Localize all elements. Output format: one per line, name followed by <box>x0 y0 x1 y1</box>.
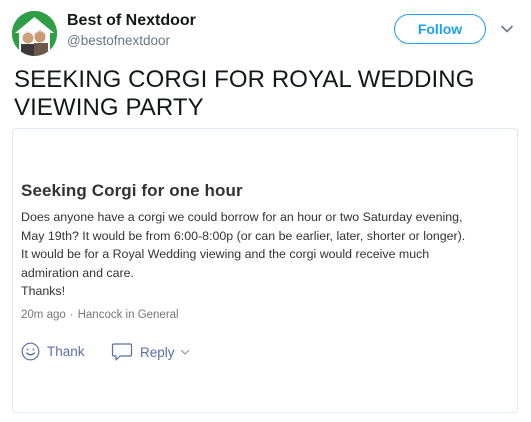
avatar[interactable] <box>12 11 57 56</box>
follow-button[interactable]: Follow <box>394 14 486 44</box>
reply-label: Reply <box>140 344 175 360</box>
couple-photo-avatar <box>12 11 57 56</box>
post-body: Does anyone have a corgi we could borrow… <box>21 208 509 301</box>
post-body-line: Does anyone have a corgi we could borrow… <box>21 210 463 224</box>
tweet-header: Best of Nextdoor @bestofnextdoor Follow <box>0 0 531 60</box>
post-meta: 20m ago · Hancock in General <box>21 309 179 321</box>
chevron-down-icon <box>180 349 189 355</box>
account-name[interactable]: Best of Nextdoor <box>67 12 196 30</box>
post-body-line: Thanks! <box>21 284 66 298</box>
meta-separator: · <box>69 309 74 321</box>
post-body-line: May 19th? It would be from 6:00-8:00p (o… <box>21 228 466 243</box>
post-time: 20m ago <box>21 309 66 321</box>
thank-button[interactable]: Thank <box>21 342 85 361</box>
account-handle[interactable]: @bestofnextdoor <box>67 33 170 48</box>
post-title: Seeking Corgi for one hour <box>21 181 243 200</box>
post-body-line: admiration and care. <box>21 265 134 280</box>
reply-button[interactable]: Reply <box>111 342 190 362</box>
post-body-line: It would be for a Royal Wedding viewing … <box>21 247 430 261</box>
smiley-icon <box>21 342 40 361</box>
tweet-text: SEEKING CORGI FOR ROYAL WEDDING VIEWING … <box>14 66 475 121</box>
speech-bubble-icon <box>111 343 133 361</box>
thank-label: Thank <box>47 344 85 359</box>
chevron-down-icon[interactable] <box>500 22 514 36</box>
post-location[interactable]: Hancock in General <box>78 309 179 321</box>
nextdoor-post-card: Seeking Corgi for one hour Does anyone h… <box>12 128 518 413</box>
